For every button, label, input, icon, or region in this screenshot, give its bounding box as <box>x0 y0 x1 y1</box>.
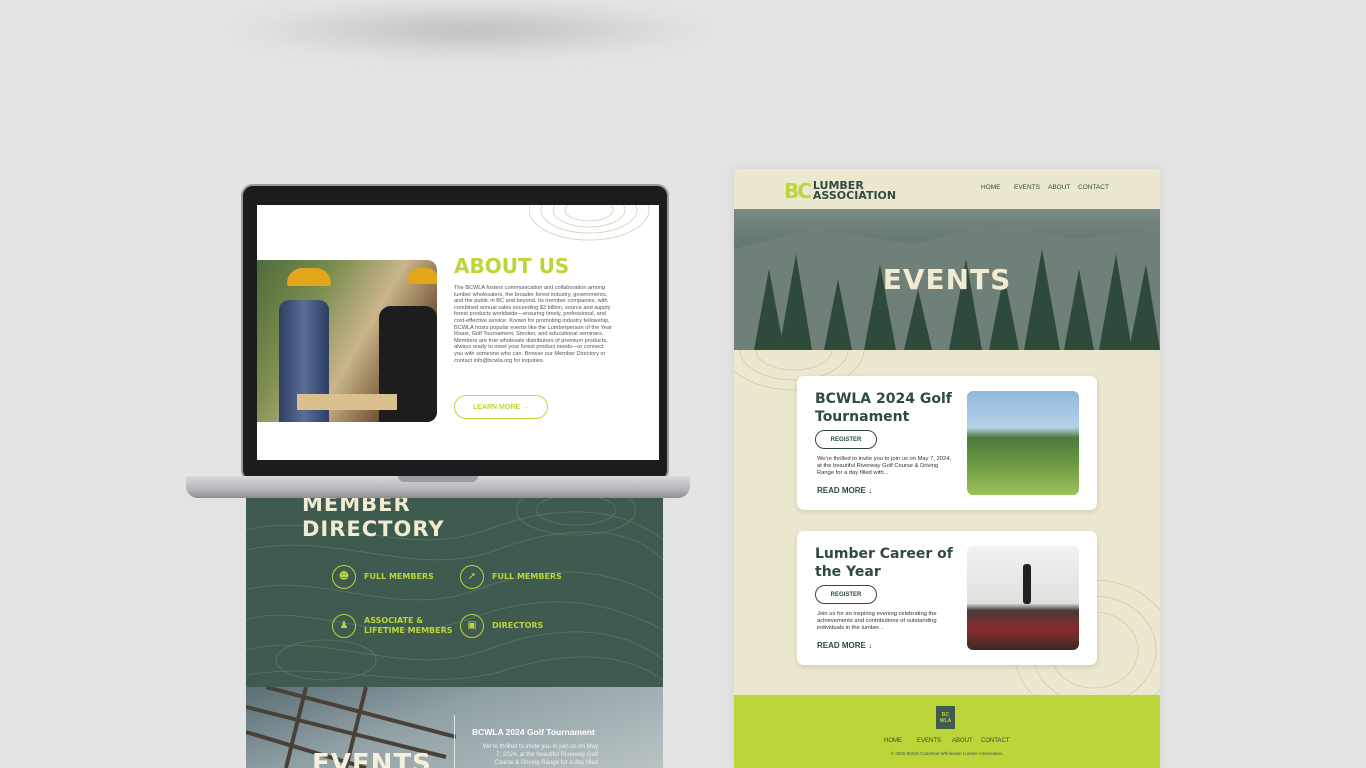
events-hero: EVENTS <box>734 209 1160 350</box>
read-more-link[interactable]: READ MORE ↓ <box>817 641 872 650</box>
golf-course-photo <box>967 391 1079 495</box>
compass-icon: ➚ <box>460 565 484 589</box>
person-icon: ♟ <box>332 614 356 638</box>
footer-nav-about[interactable]: ABOUT <box>952 738 973 744</box>
register-button[interactable]: REGISTER <box>815 585 877 604</box>
site-footer: BC WLA HOME EVENTS ABOUT CONTACT © 2025 … <box>734 695 1160 768</box>
event-preview-desc: We're thrilled to invite you to join us … <box>482 744 598 766</box>
register-button[interactable]: REGISTER <box>815 430 877 449</box>
directory-link-full-members-2[interactable]: ➚ FULL MEMBERS <box>460 565 562 589</box>
nav-events[interactable]: EVENTS <box>1014 184 1040 191</box>
workers-photo <box>257 260 437 422</box>
footer-nav-events[interactable]: EVENTS <box>917 738 941 744</box>
hero-title: EVENTS <box>882 263 1012 296</box>
about-title: ABOUT US <box>454 254 570 278</box>
footer-copyright: © 2025 British Columbia Wholesale Lumber… <box>890 751 1004 756</box>
nav-home[interactable]: HOME <box>981 184 1001 191</box>
learn-more-button[interactable]: LEARN MORE → <box>454 395 548 419</box>
speaker-photo <box>967 546 1079 650</box>
footer-logo[interactable]: BC WLA <box>936 706 955 729</box>
event-title: Lumber Career of the Year <box>815 546 953 580</box>
decorative-shadow <box>230 0 710 60</box>
directory-link-full-members[interactable]: ☻ FULL MEMBERS <box>332 565 434 589</box>
briefcase-icon: ▣ <box>460 614 484 638</box>
main-nav: HOME EVENTS ABOUT CONTACT <box>734 184 1160 194</box>
member-directory-title: MEMBER DIRECTORY <box>302 492 445 541</box>
read-more-link[interactable]: READ MORE ↓ <box>817 486 872 495</box>
event-description: Join us for an inspiring evening celebra… <box>817 611 937 631</box>
about-body: The BCWLA fosters communication and coll… <box>454 285 612 364</box>
nav-contact[interactable]: CONTACT <box>1078 184 1109 191</box>
group-icon: ☻ <box>332 565 356 589</box>
event-card: Lumber Career of the Year REGISTER Join … <box>797 531 1097 665</box>
event-preview-title[interactable]: BCWLA 2024 Golf Tournament <box>472 727 595 737</box>
directory-link-directors[interactable]: ▣ DIRECTORS <box>460 614 543 638</box>
events-preview-strip: BCWLA 2024 Golf Tournament We're thrille… <box>246 687 663 768</box>
directory-link-associate-lifetime[interactable]: ♟ ASSOCIATE & LIFETIME MEMBERS <box>332 614 453 638</box>
laptop-frame: ABOUT US The BCWLA fosters communication… <box>241 184 669 482</box>
events-page: BC LUMBER ASSOCIATION HOME EVENTS ABOUT … <box>734 169 1160 768</box>
wood-rings-decoration <box>529 205 650 241</box>
event-title: BCWLA 2024 Golf Tournament <box>815 391 952 425</box>
events-strip-title: EVENTS <box>312 749 432 768</box>
laptop-notch <box>398 476 478 482</box>
member-directory-section: MEMBER DIRECTORY ☻ FULL MEMBERS ➚ FULL M… <box>246 470 663 768</box>
site-header: BC LUMBER ASSOCIATION HOME EVENTS ABOUT … <box>734 169 1160 209</box>
divider <box>454 715 455 768</box>
laptop-screen: ABOUT US The BCWLA fosters communication… <box>257 205 659 460</box>
event-card: BCWLA 2024 Golf Tournament REGISTER We'r… <box>797 376 1097 510</box>
footer-nav-home[interactable]: HOME <box>884 738 902 744</box>
event-description: We're thrilled to invite you to join us … <box>817 456 952 476</box>
nav-about[interactable]: ABOUT <box>1048 184 1070 191</box>
footer-nav-contact[interactable]: CONTACT <box>981 738 1010 744</box>
